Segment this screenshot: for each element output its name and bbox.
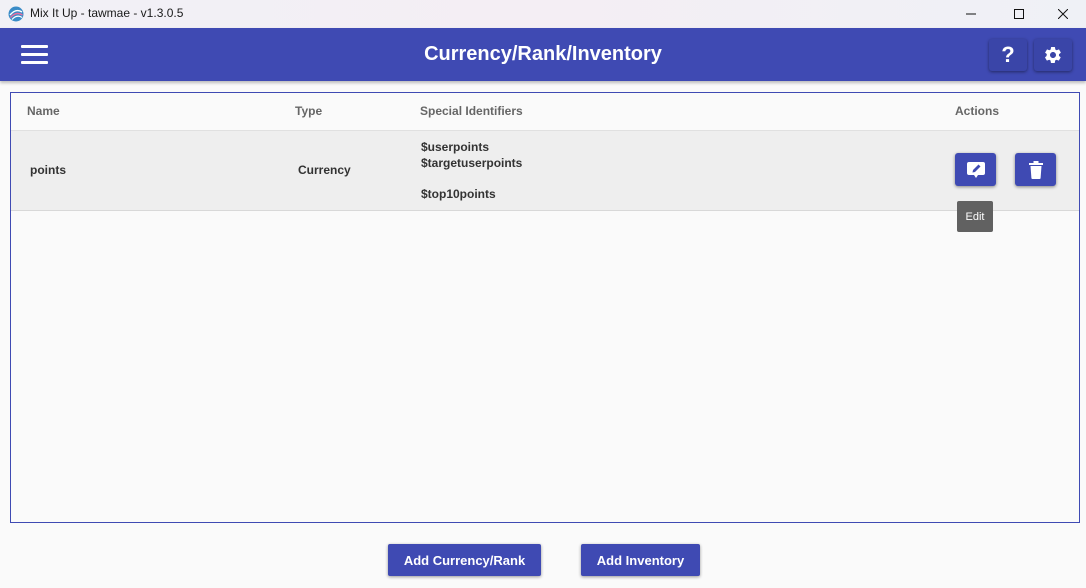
column-header-special-identifiers: Special Identifiers	[420, 104, 523, 118]
currency-table: Name Type Special Identifiers Actions po…	[10, 92, 1080, 523]
special-identifier: $targetuserpoints	[421, 156, 523, 170]
edit-button[interactable]	[955, 153, 996, 186]
table-row[interactable]: points Currency $userpoints $targetuserp…	[11, 130, 1079, 211]
pencil-icon	[966, 161, 985, 178]
gear-icon	[1044, 46, 1061, 63]
column-header-name: Name	[27, 104, 60, 118]
close-icon	[1058, 9, 1068, 19]
minimize-icon	[966, 13, 976, 15]
special-identifier: $userpoints	[421, 140, 490, 154]
close-button[interactable]	[1040, 0, 1086, 28]
page-title: Currency/Rank/Inventory	[424, 43, 662, 65]
app-header: Currency/Rank/Inventory ?	[0, 28, 1086, 81]
trash-icon	[1028, 160, 1043, 179]
add-inventory-button[interactable]: Add Inventory	[581, 544, 700, 576]
app-logo-icon	[8, 6, 24, 22]
help-icon: ?	[1001, 42, 1015, 67]
window-title: Mix It Up - tawmae - v1.3.0.5	[30, 6, 184, 20]
column-header-actions: Actions	[955, 104, 1000, 118]
minimize-button[interactable]	[948, 0, 994, 28]
row-type: Currency	[298, 163, 351, 177]
edit-tooltip: Edit	[957, 201, 993, 232]
help-button[interactable]: ?	[989, 39, 1027, 71]
maximize-button[interactable]	[996, 0, 1042, 28]
add-currency-rank-button[interactable]: Add Currency/Rank	[388, 544, 541, 576]
maximize-icon	[1014, 9, 1024, 19]
row-name: points	[30, 163, 66, 177]
window-titlebar: Mix It Up - tawmae - v1.3.0.5	[0, 0, 1086, 28]
special-identifier: $top10points	[421, 187, 496, 201]
delete-button[interactable]	[1015, 153, 1056, 186]
settings-button[interactable]	[1034, 39, 1072, 71]
column-header-type: Type	[295, 104, 323, 118]
